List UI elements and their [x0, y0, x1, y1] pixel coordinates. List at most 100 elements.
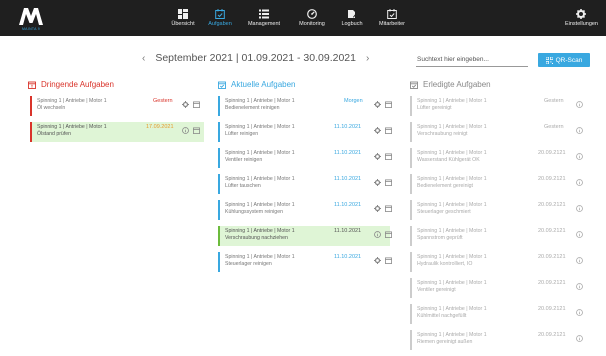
- task-done-date: Gestern: [544, 124, 564, 130]
- task-card[interactable]: Spinning 1 | Antriebe | Motor 1 Wassersta…: [410, 148, 592, 168]
- urgent-column-title: Dringende Aufgaben: [41, 80, 114, 89]
- top-navigation-bar: MAINTA 9 Übersicht Aufgaben Management M…: [0, 0, 606, 36]
- info-icon[interactable]: [576, 231, 583, 238]
- gear-icon[interactable]: [374, 101, 381, 108]
- nav-label: Aufgaben: [208, 21, 232, 27]
- info-icon[interactable]: [374, 231, 381, 238]
- task-card[interactable]: Spinning 1 | Antriebe | Motor 1 Hydraulik…: [410, 252, 592, 272]
- gear-icon: [576, 9, 587, 19]
- task-done-date: 20.09.2121: [538, 202, 566, 208]
- task-title: Spinning 1 | Antriebe | Motor 1 Verschrau…: [225, 228, 295, 241]
- task-card[interactable]: Spinning 1 | Antriebe | Motor 1 Lüfter ta…: [218, 174, 392, 194]
- task-card[interactable]: Spinning 1 | Antriebe | Motor 1 Bedienele…: [218, 96, 392, 116]
- calendar-icon[interactable]: [385, 179, 392, 186]
- nav-item-monitoring[interactable]: Monitoring: [290, 0, 334, 36]
- info-icon[interactable]: [576, 283, 583, 290]
- task-due-date: Gestern: [153, 98, 173, 104]
- calendar-check-icon: [215, 9, 225, 19]
- date-toolbar: ‹ September 2021 | 01.09.2021 - 30.09.20…: [0, 50, 606, 70]
- info-icon[interactable]: [182, 127, 189, 134]
- task-title: Spinning 1 | Antriebe | Motor 1 Kühlungss…: [225, 202, 295, 215]
- nav-item-uebersicht[interactable]: Übersicht: [164, 0, 202, 36]
- task-due-date: Morgen: [344, 98, 363, 104]
- task-card[interactable]: Spinning 1 | Antriebe | Motor 1 Steuerlag…: [218, 252, 392, 272]
- task-card[interactable]: Spinning 1 | Antriebe | Motor 1 Kühlungss…: [218, 200, 392, 220]
- task-card[interactable]: Spinning 1 | Antriebe | Motor 1 Verschrau…: [410, 122, 592, 142]
- task-done-date: 20.09.2121: [538, 254, 566, 260]
- task-card[interactable]: Spinning 1 | Antriebe | Motor 1 Spannstro…: [410, 226, 592, 246]
- task-card[interactable]: Spinning 1 | Antriebe | Motor 1 Öl wechse…: [30, 96, 204, 116]
- task-title: Spinning 1 | Antriebe | Motor 1 Verschrau…: [417, 124, 487, 137]
- gear-icon[interactable]: [374, 257, 381, 264]
- task-title: Spinning 1 | Antriebe | Motor 1 Bedienele…: [225, 98, 295, 111]
- task-card[interactable]: Spinning 1 | Antriebe | Motor 1 Verschrau…: [218, 226, 392, 246]
- info-icon[interactable]: [576, 179, 583, 186]
- qr-scan-button[interactable]: QR-Scan: [538, 53, 590, 67]
- gear-icon[interactable]: [182, 101, 189, 108]
- task-due-date: 11.10.2021: [334, 150, 362, 156]
- calendar-check-icon: [410, 81, 418, 89]
- task-card[interactable]: Spinning 1 | Antriebe | Motor 1 Riemen ge…: [410, 330, 592, 350]
- calendar-icon[interactable]: [193, 127, 200, 134]
- task-title: Spinning 1 | Antriebe | Motor 1 Ventiler …: [225, 150, 295, 163]
- calendar-icon[interactable]: [385, 205, 392, 212]
- calendar-icon[interactable]: [385, 127, 392, 134]
- task-card[interactable]: Spinning 1 | Antriebe | Motor 1 Ölstand p…: [30, 122, 204, 142]
- task-card[interactable]: Spinning 1 | Antriebe | Motor 1 Lüfter re…: [218, 122, 392, 142]
- task-title: Spinning 1 | Antriebe | Motor 1 Bedienele…: [417, 176, 487, 189]
- gauge-icon: [307, 9, 317, 19]
- gear-icon[interactable]: [374, 153, 381, 160]
- qr-scan-label: QR-Scan: [555, 56, 583, 64]
- task-title: Spinning 1 | Antriebe | Motor 1 Hydraulik…: [417, 254, 487, 267]
- info-icon[interactable]: [576, 309, 583, 316]
- task-done-date: 20.09.2121: [538, 176, 566, 182]
- task-title: Spinning 1 | Antriebe | Motor 1 Lüfter ge…: [417, 98, 487, 111]
- calendar-icon[interactable]: [385, 101, 392, 108]
- nav-label: Management: [247, 21, 281, 27]
- info-icon[interactable]: [576, 153, 583, 160]
- settings-label: Einstellungen: [564, 21, 598, 27]
- task-title: Spinning 1 | Antriebe | Motor 1 Riemen ge…: [417, 332, 487, 345]
- info-icon[interactable]: [576, 101, 583, 108]
- task-card[interactable]: Spinning 1 | Antriebe | Motor 1 Ventiler …: [218, 148, 392, 168]
- logo-text: MAINTA 9: [21, 26, 41, 31]
- next-month-button[interactable]: ›: [366, 53, 369, 64]
- info-icon[interactable]: [576, 257, 583, 264]
- nav-item-aufgaben[interactable]: Aufgaben: [202, 0, 238, 36]
- nav-item-mitarbeiter[interactable]: Mitarbeiter: [370, 0, 414, 36]
- task-done-date: 20.09.2121: [538, 332, 566, 338]
- gear-icon[interactable]: [374, 179, 381, 186]
- info-icon[interactable]: [576, 335, 583, 342]
- calendar-icon[interactable]: [193, 101, 200, 108]
- calendar-icon[interactable]: [385, 231, 392, 238]
- task-due-date: 11.10.2021: [334, 228, 362, 234]
- nav-item-einstellungen[interactable]: Einstellungen: [565, 0, 598, 36]
- nav-item-management[interactable]: Management: [238, 0, 290, 36]
- task-card[interactable]: Spinning 1 | Antriebe | Motor 1 Lüfter ge…: [410, 96, 592, 116]
- calendar-icon[interactable]: [385, 257, 392, 264]
- nav-item-logbuch[interactable]: Logbuch: [334, 0, 370, 36]
- task-done-date: 20.09.2121: [538, 150, 566, 156]
- calendar-icon[interactable]: [385, 153, 392, 160]
- task-card[interactable]: Spinning 1 | Antriebe | Motor 1 Kühlmitte…: [410, 304, 592, 324]
- app-logo[interactable]: MAINTA 9: [0, 0, 60, 36]
- prev-month-button[interactable]: ‹: [142, 53, 145, 64]
- task-card[interactable]: Spinning 1 | Antriebe | Motor 1 Ventiler …: [410, 278, 592, 298]
- task-title: Spinning 1 | Antriebe | Motor 1 Wassersta…: [417, 150, 487, 163]
- info-icon[interactable]: [576, 205, 583, 212]
- date-range-label: September 2021 | 01.09.2021 - 30.09.2021: [155, 52, 356, 64]
- task-due-date: 11.10.2021: [334, 176, 362, 182]
- gear-icon[interactable]: [374, 205, 381, 212]
- task-title: Spinning 1 | Antriebe | Motor 1 Steuerlag…: [417, 202, 487, 215]
- search-input[interactable]: [416, 53, 528, 67]
- info-icon[interactable]: [576, 127, 583, 134]
- current-column-header: Aktuelle Aufgaben: [218, 80, 296, 89]
- task-due-date: 17.09.2021: [146, 124, 174, 130]
- task-done-date: 20.09.2121: [538, 306, 566, 312]
- nav-label: Übersicht: [171, 21, 195, 27]
- done-column-header: Erledigte Aufgaben: [410, 80, 491, 89]
- task-title: Spinning 1 | Antriebe | Motor 1 Öl wechse…: [37, 98, 107, 111]
- gear-icon[interactable]: [374, 127, 381, 134]
- task-card[interactable]: Spinning 1 | Antriebe | Motor 1 Steuerlag…: [410, 200, 592, 220]
- task-card[interactable]: Spinning 1 | Antriebe | Motor 1 Bedienele…: [410, 174, 592, 194]
